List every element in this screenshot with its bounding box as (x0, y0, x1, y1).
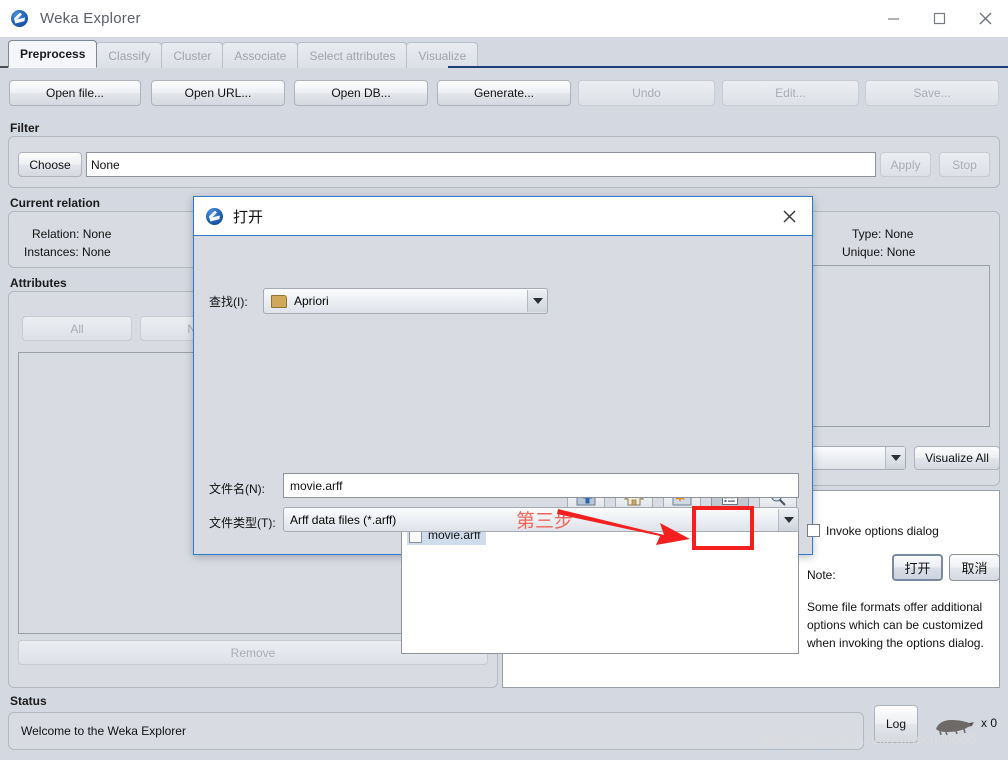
file-name-input[interactable]: movie.arff (283, 473, 799, 498)
weka-bird-icon (206, 207, 223, 225)
watermark: https://blog.csdn.net/rothschild666 (757, 731, 977, 747)
open-db-button[interactable]: Open DB... (294, 80, 428, 106)
tab-label: Associate (234, 48, 287, 63)
note-body: Some file formats offer additional optio… (807, 600, 984, 650)
instances-row: Instances: None (24, 245, 111, 259)
note-title: Note: (807, 568, 836, 582)
status-bar: Welcome to the Weka Explorer (8, 712, 864, 750)
instances-value: None (82, 245, 111, 259)
dialog-titlebar: 打开 (194, 197, 812, 236)
tab-underline-left (0, 66, 8, 68)
minimize-icon[interactable] (870, 0, 916, 38)
filter-choose-button[interactable]: Choose (18, 152, 82, 177)
status-section-label: Status (10, 694, 47, 708)
dialog-title: 打开 (233, 208, 264, 226)
close-icon[interactable] (774, 202, 804, 230)
look-in-combo[interactable]: Apriori (263, 288, 548, 314)
red-arrow-icon (557, 509, 690, 545)
file-type-value: Arff data files (*.arff) (290, 512, 397, 527)
dialog-cancel-button[interactable]: 取消 (949, 554, 1000, 581)
highlight-box (692, 506, 754, 550)
type-row: Type: None (852, 227, 913, 241)
maximize-icon[interactable] (916, 0, 962, 38)
status-message: Welcome to the Weka Explorer (21, 724, 186, 738)
file-name-label: 文件名(N): (209, 482, 265, 496)
invoke-options-checkbox[interactable] (807, 524, 820, 537)
weka-bird-icon (11, 9, 29, 28)
filter-section-label: Filter (10, 121, 40, 135)
tab-label: Cluster (173, 48, 212, 63)
edit-button[interactable]: Edit... (722, 80, 859, 106)
save-button[interactable]: Save... (865, 80, 999, 106)
tab-classify[interactable]: Classify (96, 42, 163, 68)
filter-value-field[interactable]: None (86, 152, 876, 177)
invoke-options-label: Invoke options dialog (826, 524, 939, 538)
relation-row: Relation: None (32, 227, 111, 241)
tab-bar: Preprocess Classify Cluster Associate Se… (0, 38, 1008, 68)
unique-value: None (886, 245, 916, 259)
chevron-down-icon[interactable] (527, 290, 547, 312)
look-in-value: Apriori (294, 294, 329, 308)
open-url-button[interactable]: Open URL... (151, 80, 285, 106)
window-title: Weka Explorer (40, 10, 141, 27)
filter-value-text: None (91, 157, 120, 172)
visualize-all-button[interactable]: Visualize All (914, 446, 1000, 470)
tab-label: Select attributes (309, 48, 396, 63)
instances-label: Instances: (24, 245, 79, 259)
tab-cluster[interactable]: Cluster (161, 42, 224, 68)
filter-apply-button[interactable]: Apply (880, 152, 931, 177)
chevron-down-icon[interactable] (885, 447, 905, 469)
tab-label: Classify (108, 48, 151, 63)
open-file-dialog: 打开 查找(I): Apriori movie.arff Invoke opti… (193, 196, 1000, 654)
tab-visualize[interactable]: Visualize (406, 42, 479, 68)
current-relation-label: Current relation (10, 196, 101, 210)
tab-associate[interactable]: Associate (222, 42, 299, 68)
close-icon[interactable] (962, 0, 1008, 38)
tab-label: Visualize (418, 48, 467, 63)
tab-label: Preprocess (20, 47, 86, 61)
attributes-all-button[interactable]: All (22, 316, 132, 341)
window-titlebar: Weka Explorer (0, 0, 1008, 38)
filter-stop-button[interactable]: Stop (939, 152, 990, 177)
window-controls (870, 0, 1008, 38)
tab-underline (448, 66, 1008, 68)
app-root: Weka Explorer Preprocess Classify Cluste… (0, 0, 1008, 760)
open-file-button[interactable]: Open file... (9, 80, 141, 106)
generate-button[interactable]: Generate... (437, 80, 571, 106)
type-label: Type: (852, 227, 882, 241)
folder-icon (271, 294, 287, 308)
type-value: None (884, 227, 914, 241)
tab-preprocess[interactable]: Preprocess (8, 40, 98, 68)
relation-value: None (82, 227, 112, 241)
file-type-label: 文件类型(T): (209, 516, 276, 530)
look-in-label: 查找(I): (209, 295, 248, 309)
chevron-down-icon[interactable] (778, 508, 798, 531)
unique-label: Unique: (842, 245, 884, 259)
tab-select-attributes[interactable]: Select attributes (297, 42, 408, 68)
undo-button[interactable]: Undo (578, 80, 715, 106)
file-name-value: movie.arff (290, 478, 343, 493)
relation-label: Relation: (32, 227, 80, 241)
unique-row: Unique: None (842, 245, 915, 259)
source-toolbar: Open file... Open URL... Open DB... Gene… (0, 72, 1008, 110)
cow-count: x 0 (981, 716, 998, 730)
attributes-section-label: Attributes (10, 276, 67, 290)
dialog-open-button[interactable]: 打开 (892, 554, 943, 581)
